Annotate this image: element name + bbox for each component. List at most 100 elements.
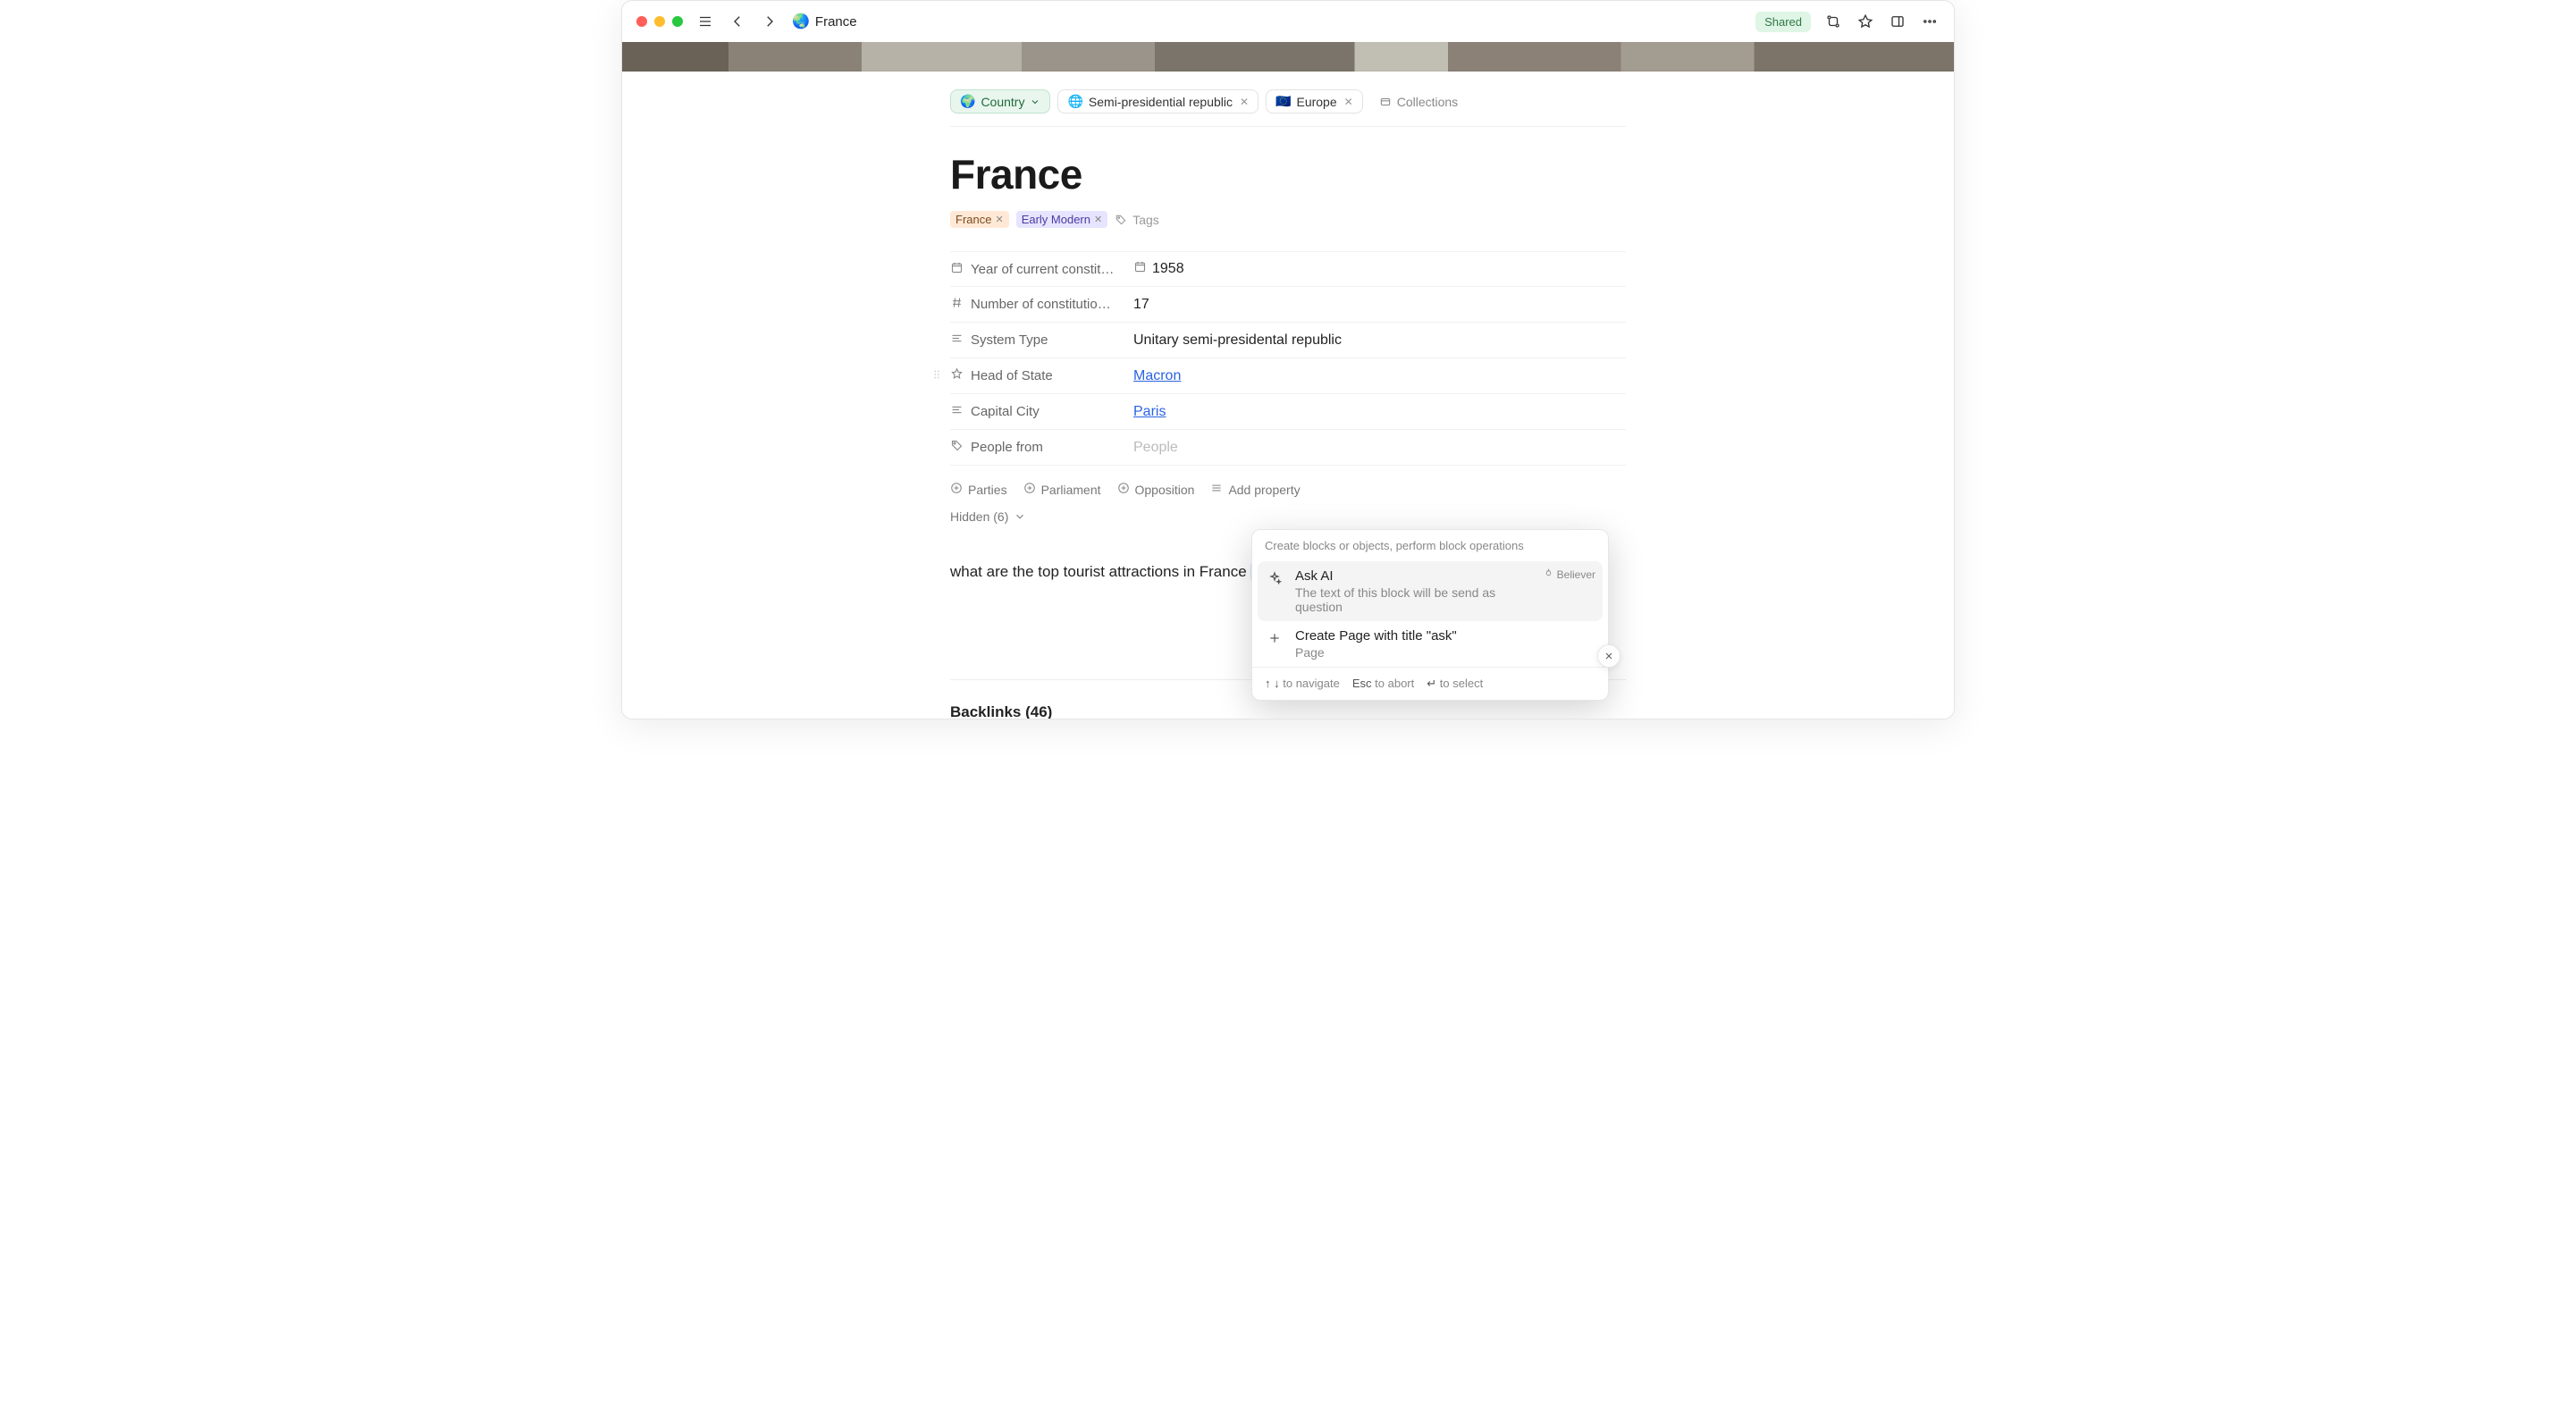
tag-label: France — [955, 213, 991, 226]
slash-menu-footer: ↑ ↓ to navigate Esc to abort ↵ to select — [1252, 667, 1608, 700]
pin-icon[interactable] — [1856, 12, 1875, 31]
sidebar-toggle-icon[interactable] — [695, 12, 715, 31]
nav-back-icon[interactable] — [728, 12, 747, 31]
property-key-label: Capital City — [971, 404, 1040, 419]
backlinks-header[interactable]: Backlinks (46) — [950, 703, 1626, 719]
shared-badge[interactable]: Shared — [1755, 12, 1811, 32]
cover-image[interactable] — [622, 42, 1954, 72]
text-icon — [950, 332, 964, 349]
graph-icon[interactable] — [1823, 12, 1843, 31]
chip-label: Parliament — [1041, 483, 1101, 497]
flag-icon: 🇪🇺 — [1275, 94, 1291, 109]
property-row[interactable]: Capital City Paris — [950, 394, 1626, 430]
property-row[interactable]: Year of current constit… 1958 — [950, 251, 1626, 287]
plus-circle-icon — [1117, 482, 1130, 497]
hidden-props-toggle[interactable]: Hidden (6) — [950, 506, 1626, 524]
property-key-label: System Type — [971, 332, 1048, 348]
tags-label: Tags — [1132, 213, 1159, 227]
property-key[interactable]: Year of current constit… — [950, 254, 1124, 285]
chevron-down-icon — [1030, 97, 1040, 107]
add-tag-button[interactable]: Tags — [1115, 213, 1159, 227]
list-icon — [1210, 482, 1223, 497]
collections-icon — [1379, 96, 1392, 108]
add-property-chip[interactable]: Parties — [950, 482, 1007, 497]
property-value: Unitary semi-presidental republic — [1133, 332, 1342, 349]
item-subtitle: The text of this block will be send as q… — [1295, 585, 1533, 614]
collections-label: Collections — [1397, 95, 1458, 109]
tag-early-modern[interactable]: Early Modern ✕ — [1016, 211, 1108, 228]
believer-badge: Believer — [1544, 568, 1595, 581]
property-placeholder: People — [1133, 440, 1178, 456]
tag-label: Early Modern — [1022, 213, 1090, 226]
plus-circle-icon — [950, 482, 963, 497]
close-icon — [1604, 651, 1614, 661]
item-title: Create Page with title "ask" — [1295, 628, 1457, 644]
calendar-icon — [1133, 260, 1147, 278]
slash-menu-item[interactable]: Ask AI The text of this block will be se… — [1258, 561, 1603, 621]
slash-menu: Create blocks or objects, perform block … — [1251, 529, 1609, 701]
remove-icon[interactable]: ✕ — [1240, 96, 1249, 108]
collections-button[interactable]: Collections — [1370, 91, 1467, 113]
property-value-cell[interactable]: Macron — [1124, 361, 1626, 391]
add-property-chip[interactable]: Parliament — [1023, 482, 1101, 497]
property-value: 17 — [1133, 297, 1149, 313]
type-chip-republic[interactable]: 🌐 Semi-presidential republic ✕ — [1057, 89, 1259, 114]
add-property-chip[interactable]: Opposition — [1117, 482, 1195, 497]
property-row[interactable]: Number of constitutio… 17 — [950, 287, 1626, 323]
property-link[interactable]: Macron — [1133, 368, 1181, 384]
remove-icon[interactable]: ✕ — [1094, 214, 1102, 225]
property-key[interactable]: Number of constitutio… — [950, 289, 1124, 320]
property-value-cell[interactable]: 1958 — [1124, 253, 1626, 285]
property-row[interactable]: People from People — [950, 430, 1626, 466]
property-value-cell[interactable]: Unitary semi-presidental republic — [1124, 325, 1626, 356]
globe-icon: 🌍 — [960, 94, 975, 109]
property-key[interactable]: System Type — [950, 324, 1124, 356]
add-property-button[interactable]: Add property — [1210, 482, 1300, 497]
property-key[interactable]: Head of State — [950, 360, 1124, 391]
body-text: what are the top tourist attractions in … — [950, 563, 1250, 580]
type-chip-label: Europe — [1296, 95, 1336, 109]
property-link[interactable]: Paris — [1133, 404, 1166, 420]
item-title: Ask AI — [1295, 568, 1533, 584]
page-title[interactable]: France — [950, 150, 1626, 198]
close-button[interactable] — [1597, 644, 1621, 668]
tag-icon — [950, 439, 964, 456]
property-key[interactable]: People from — [950, 432, 1124, 463]
property-value-cell[interactable]: 17 — [1124, 290, 1626, 320]
property-row[interactable]: System Type Unitary semi-presidental rep… — [950, 323, 1626, 358]
property-key-label: People from — [971, 440, 1043, 455]
chip-label: Parties — [968, 483, 1007, 497]
property-key[interactable]: Capital City — [950, 396, 1124, 427]
more-icon[interactable] — [1920, 12, 1940, 31]
item-subtitle: Page — [1295, 645, 1457, 660]
slash-menu-item[interactable]: Create Page with title "ask" Page — [1252, 621, 1608, 667]
tag-icon — [1115, 214, 1127, 226]
property-key-label: Head of State — [971, 368, 1053, 383]
hash-icon — [950, 296, 964, 313]
type-chip-europe[interactable]: 🇪🇺 Europe ✕ — [1266, 89, 1363, 114]
star-icon — [950, 367, 964, 384]
property-value: 1958 — [1152, 261, 1184, 277]
sparkle-icon — [1265, 568, 1284, 588]
property-value-cell[interactable]: Paris — [1124, 397, 1626, 427]
breadcrumb-title: France — [815, 14, 857, 29]
plus-icon — [1265, 628, 1284, 648]
property-value-cell[interactable]: People — [1124, 433, 1626, 463]
panel-icon[interactable] — [1888, 12, 1907, 31]
plus-circle-icon — [1023, 482, 1036, 497]
remove-icon[interactable]: ✕ — [1344, 96, 1353, 108]
property-row[interactable]: Head of State Macron — [950, 358, 1626, 394]
breadcrumb[interactable]: 🌏 France — [792, 13, 857, 30]
remove-icon[interactable]: ✕ — [995, 214, 1003, 225]
window-controls[interactable] — [636, 16, 683, 27]
drag-handle-icon[interactable] — [930, 368, 943, 384]
slash-menu-header: Create blocks or objects, perform block … — [1252, 530, 1608, 561]
property-key-label: Number of constitutio… — [971, 297, 1111, 312]
type-chip-label: Country — [981, 95, 1024, 109]
calendar-icon — [950, 261, 964, 278]
tag-france[interactable]: France ✕ — [950, 211, 1009, 228]
page-emoji-icon: 🌏 — [792, 13, 810, 30]
type-chip-primary[interactable]: 🌍 Country — [950, 89, 1050, 114]
type-chip-label: Semi-presidential republic — [1089, 95, 1233, 109]
nav-forward-icon[interactable] — [760, 12, 779, 31]
